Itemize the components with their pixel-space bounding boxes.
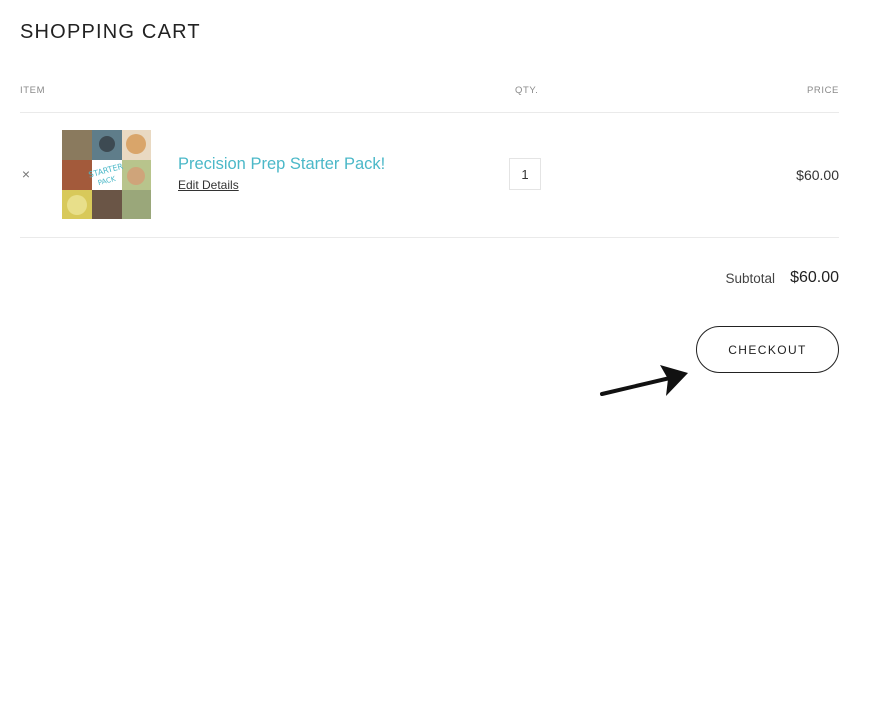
subtotal-value: $60.00 bbox=[790, 269, 839, 286]
product-collage-icon: STARTER PACK bbox=[62, 130, 151, 219]
product-name-link[interactable]: Precision Prep Starter Pack! bbox=[178, 155, 385, 174]
quantity-input[interactable] bbox=[509, 158, 541, 190]
edit-details-link[interactable]: Edit Details bbox=[178, 178, 239, 192]
page-title: SHOPPING CART bbox=[20, 21, 201, 43]
column-header-item: ITEM bbox=[20, 85, 46, 96]
checkout-button[interactable]: CHECKOUT bbox=[696, 326, 839, 373]
cart-page: SHOPPING CART ITEM QTY. PRICE × STARTER … bbox=[0, 0, 870, 727]
column-header-qty: QTY. bbox=[515, 85, 539, 96]
subtotal-label: Subtotal bbox=[725, 271, 775, 286]
remove-item-button[interactable]: × bbox=[19, 166, 33, 182]
divider-top bbox=[20, 112, 839, 113]
item-price: $60.00 bbox=[796, 167, 839, 183]
divider-bottom bbox=[20, 237, 839, 238]
product-thumbnail[interactable]: STARTER PACK bbox=[62, 130, 151, 219]
column-header-price: PRICE bbox=[806, 85, 839, 96]
arrow-icon bbox=[600, 365, 688, 396]
